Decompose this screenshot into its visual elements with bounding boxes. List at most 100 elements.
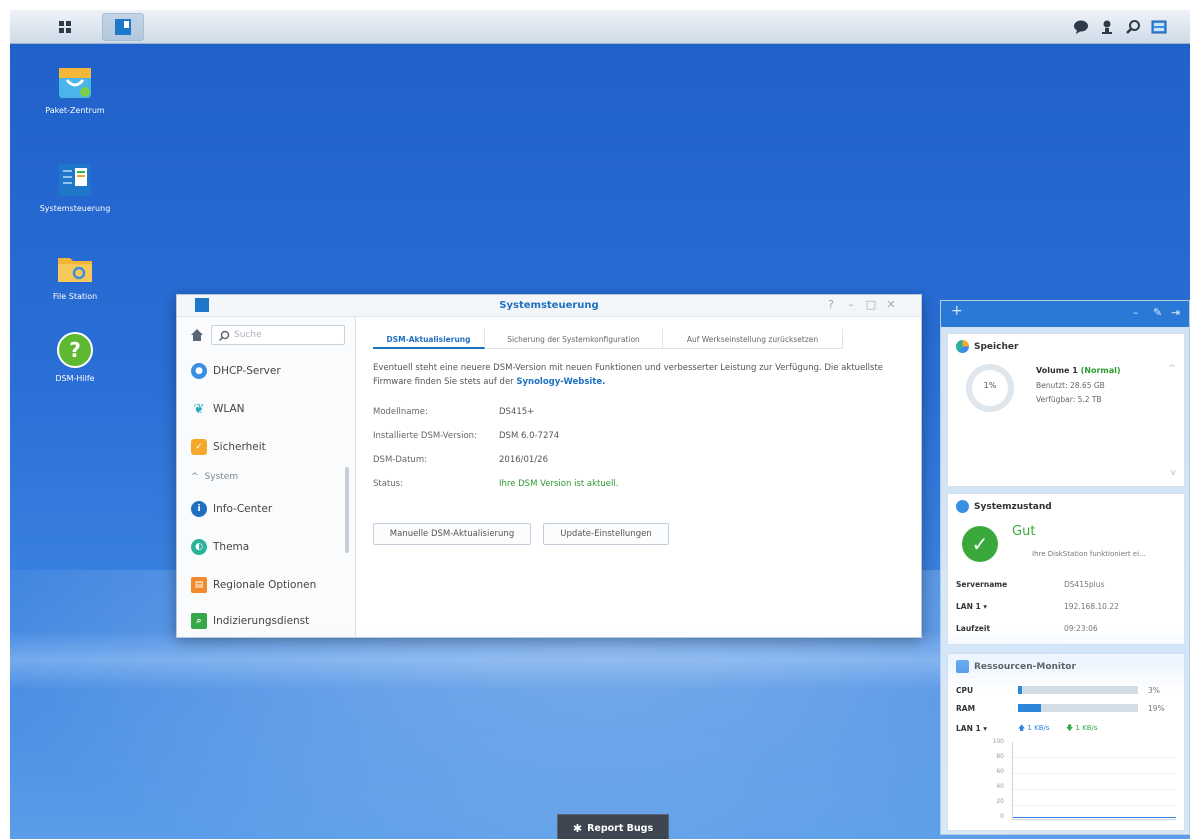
desktop-icon-dsm-hilfe[interactable]: ? DSM-Hilfe [30,330,120,384]
sidebar-scrollbar[interactable] [345,467,349,553]
sidebar-item-regionale-optionen[interactable]: ▤ Regionale Optionen [191,573,316,597]
maximize-icon[interactable]: □ [865,299,877,311]
desktop-icon-paket-zentrum[interactable]: Paket-Zentrum [30,62,120,116]
tab-dsm-aktualisierung[interactable]: DSM-Aktualisierung [373,329,485,349]
check-icon: ✓ [962,526,998,562]
sidebar-item-label: Info-Center [213,503,273,515]
wifi-icon: ❦ [193,401,205,417]
scroll-up-icon[interactable]: ^ [1168,364,1176,374]
y-tick-label: 0 [1000,813,1004,820]
chat-icon[interactable] [1070,17,1092,37]
help-icon: ? [55,330,95,370]
sys-row-label: Servername [956,580,1008,589]
info-label: Status: [373,479,403,489]
sys-row-lan[interactable]: LAN 1 ▾ 192.168.10.22 [956,602,1119,611]
info-row-modellname: Modellname: DS415+ [373,407,534,417]
sidebar-item-label: Indizierungsdienst [213,615,310,627]
taskbar [10,10,1190,44]
taskbar-control-panel-button[interactable] [102,13,144,41]
ressourcen-monitor-widget: Ressourcen-Monitor CPU 3% RAM 19% LAN 1 … [947,653,1185,831]
package-center-icon [55,62,95,102]
sidebar-section-label: System [204,472,239,482]
svg-text:?: ? [69,338,81,362]
health-status: Gut [1012,524,1036,539]
synology-website-link[interactable]: Synology-Website. [516,377,605,387]
search-input[interactable]: Suche [211,325,345,345]
desktop-icon-file-station[interactable]: File Station [30,248,120,302]
main-menu-button[interactable] [44,13,86,41]
volume-line: Volume 1 (Normal) [1036,366,1121,375]
manual-update-button[interactable]: Manuelle DSM-Aktualisierung [373,523,531,545]
ram-value: 19% [1148,704,1165,713]
sidebar-item-label: WLAN [213,403,245,415]
report-bugs-label: Report Bugs [587,822,654,834]
network-graph [1012,742,1176,820]
ram-bar [1018,704,1138,712]
scroll-down-icon[interactable]: v [1171,468,1176,478]
help-icon[interactable]: ? [825,299,837,311]
graph-y-axis: 100 80 60 40 20 0 [976,738,1006,822]
sidebar-item-indizierungsdienst[interactable]: ⌕ Indizierungsdienst [191,609,309,633]
collapse-panel-icon[interactable]: ⇥ [1171,307,1180,319]
widget-title-text: Systemzustand [974,501,1052,512]
info-value: 2016/01/26 [499,455,548,465]
health-icon [956,500,969,513]
sys-row-laufzeit: Laufzeit 09:23:06 [956,624,1098,633]
main-content: DSM-Aktualisierung Sicherung der Systemk… [357,317,921,637]
add-widget-icon[interactable]: + [951,304,963,318]
sidebar-item-wlan[interactable]: ❦ WLAN [191,397,245,421]
graph-line [1013,817,1176,818]
tab-werkseinstellung[interactable]: Auf Werkseinstellung zurücksetzen [663,329,843,349]
chevron-up-icon: ^ [191,472,199,482]
minimize-icon[interactable]: – [1133,307,1139,319]
sidebar-item-sicherheit[interactable]: ✓ Sicherheit [191,435,266,459]
folder-icon [55,248,95,288]
description-text: Eventuell steht eine neuere DSM-Version … [373,363,884,387]
minimize-icon[interactable]: – [845,299,857,311]
info-row-dsm-version: Installierte DSM-Version: DSM 6.0-7274 [373,431,559,441]
desktop: Paket-Zentrum Systemsteuerung File Stati… [10,10,1190,839]
storage-available: Verfügbar: 5.2 TB [1036,395,1102,404]
report-bugs-button[interactable]: ✱ Report Bugs [557,814,669,839]
ressourcen-title: Ressourcen-Monitor [956,660,1076,673]
update-description: Eventuell steht eine neuere DSM-Version … [373,361,893,389]
sys-row-label: Laufzeit [956,624,991,633]
user-icon[interactable] [1096,17,1118,37]
sys-row-servername: Servername DS415plus [956,580,1104,589]
pin-icon[interactable]: ✎ [1153,307,1162,319]
storage-gauge: 1% [966,364,1014,412]
tab-sicherung[interactable]: Sicherung der Systemkonfiguration [485,329,663,349]
lan-upload: 🡅 1 KB/s [1018,724,1050,732]
home-icon[interactable] [189,327,205,343]
y-tick-label: 60 [996,768,1004,775]
sidebar-item-info-center[interactable]: i Info-Center [191,497,272,521]
sidebar-item-thema[interactable]: ◐ Thema [191,535,249,559]
widget-panel-header: + – ✎ ⇥ [941,301,1189,327]
info-label: Modellname: [373,407,428,417]
lan-selector[interactable]: LAN 1 ▾ [956,724,987,733]
lan-download: 🡇 1 KB/s [1066,724,1098,732]
cpu-bar-fill [1018,686,1022,694]
cpu-value: 3% [1148,686,1160,695]
sidebar: Suche ● DHCP-Server ❦ WLAN ✓ Sicherheit … [177,317,356,637]
search-icon[interactable] [1122,17,1144,37]
window-titlebar[interactable]: Systemsteuerung ? – □ ✕ [177,295,921,317]
control-panel-icon [55,160,95,200]
sidebar-item-label: DHCP-Server [213,365,281,377]
y-tick-label: 40 [996,783,1004,790]
sidebar-item-label: Regionale Optionen [213,579,317,591]
regional-options-icon: ▤ [191,577,207,593]
widgets-icon[interactable] [1148,17,1170,37]
close-icon[interactable]: ✕ [885,299,897,311]
storage-icon [956,340,969,353]
desktop-icon-label: File Station [52,292,98,301]
sys-row-value: 09:23:06 [1064,624,1098,633]
sys-row-label: LAN 1 ▾ [956,602,988,611]
health-message: Ihre DiskStation funktioniert ei... [1032,550,1146,558]
sidebar-item-dhcp-server[interactable]: ● DHCP-Server [191,359,281,383]
update-settings-button[interactable]: Update-Einstellungen [543,523,669,545]
desktop-icon-systemsteuerung[interactable]: Systemsteuerung [30,160,120,214]
systemzustand-title: Systemzustand [956,500,1052,513]
sidebar-section-system[interactable]: ^ System [191,465,238,489]
dhcp-icon: ● [191,363,207,379]
